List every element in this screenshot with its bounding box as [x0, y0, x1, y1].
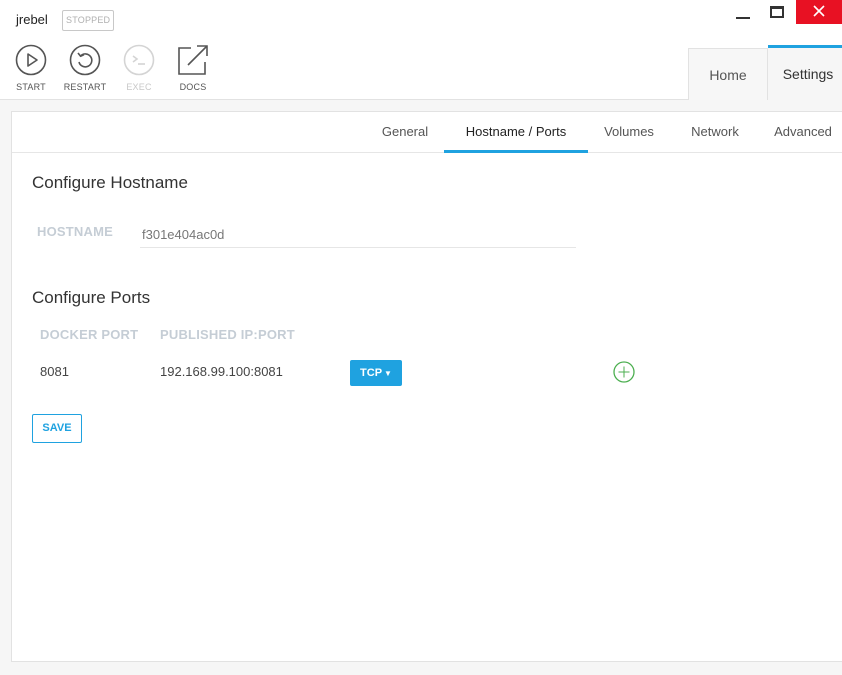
docker-port-value[interactable]: 8081	[40, 364, 69, 379]
hostname-label: HOSTNAME	[37, 224, 113, 239]
tab-home[interactable]: Home	[688, 48, 768, 100]
start-button[interactable]: START	[3, 44, 59, 92]
docker-port-header: DOCKER PORT	[40, 327, 139, 342]
ports-section-title: Configure Ports	[32, 288, 151, 307]
settings-panel: General Hostname / Ports Volumes Network…	[11, 111, 842, 662]
published-port-header: PUBLISHED IP:PORT	[160, 327, 295, 342]
app-window: jrebel STOPPED START RESTART EXEC DOCS H…	[0, 0, 842, 675]
protocol-label: TCP	[360, 367, 383, 379]
exec-icon	[123, 44, 155, 76]
tab-settings[interactable]: Settings	[768, 45, 842, 100]
restart-button[interactable]: RESTART	[57, 44, 113, 92]
container-name: jrebel	[16, 12, 48, 27]
close-icon	[813, 5, 825, 17]
start-label: START	[16, 82, 46, 92]
subtab-network[interactable]: Network	[677, 112, 753, 153]
subtab-hostname-ports[interactable]: Hostname / Ports	[444, 112, 588, 153]
subtab-advanced[interactable]: Advanced	[765, 112, 841, 153]
hostname-section-title: Configure Hostname	[32, 173, 188, 192]
minimize-icon	[736, 17, 750, 19]
start-icon	[15, 44, 47, 76]
protocol-dropdown[interactable]: TCP ▼	[350, 360, 402, 386]
status-badge: STOPPED	[62, 10, 115, 31]
exec-button[interactable]: EXEC	[111, 44, 167, 92]
docs-icon	[178, 45, 208, 75]
restart-icon	[69, 44, 101, 76]
close-button[interactable]	[796, 0, 842, 24]
hostname-input[interactable]	[140, 222, 576, 248]
save-button[interactable]: SAVE	[32, 414, 82, 443]
subtab-general[interactable]: General	[368, 112, 442, 153]
exec-label: EXEC	[126, 82, 152, 92]
subtab-volumes[interactable]: Volumes	[594, 112, 664, 153]
maximize-icon	[770, 6, 784, 18]
minimize-button[interactable]	[722, 0, 768, 24]
published-port-value[interactable]: 192.168.99.100:8081	[160, 364, 283, 379]
title-bar: jrebel STOPPED	[0, 0, 842, 40]
docs-button[interactable]: DOCS	[165, 44, 221, 92]
settings-subtabs: General Hostname / Ports Volumes Network…	[12, 112, 842, 153]
restart-label: RESTART	[63, 82, 107, 92]
caret-down-icon: ▼	[384, 369, 392, 378]
add-icon[interactable]	[613, 361, 635, 383]
docs-label: DOCS	[179, 82, 207, 92]
